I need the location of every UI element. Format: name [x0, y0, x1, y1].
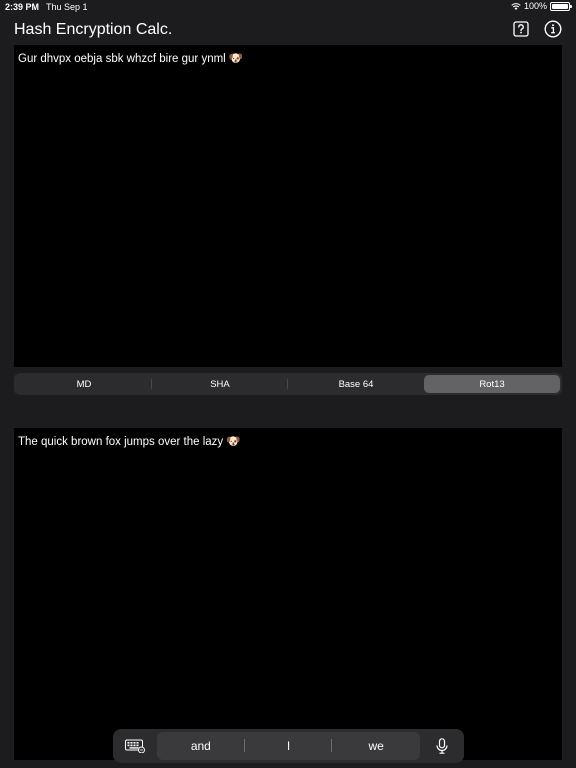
status-time: 2:39 PM: [5, 2, 40, 12]
input-text: Gur dhvpx oebja sbk whzcf bire gur ynml …: [18, 53, 244, 65]
suggestion-item[interactable]: and: [157, 739, 245, 753]
input-text-view[interactable]: Gur dhvpx oebja sbk whzcf bire gur ynml …: [14, 45, 562, 367]
help-square-icon[interactable]: [512, 20, 530, 38]
nav-icons: [512, 20, 562, 38]
status-right: 100%: [511, 1, 572, 11]
wifi-icon: [511, 2, 521, 10]
status-bar: 2:39 PM Thu Sep 1 100%: [0, 0, 576, 14]
battery-percent: 100%: [523, 1, 547, 11]
battery-icon: [550, 1, 572, 11]
battery-fill: [552, 3, 568, 9]
suggestion-bar: and I we: [157, 732, 420, 760]
info-circle-icon[interactable]: [544, 20, 562, 38]
status-date: Thu Sep 1: [46, 2, 88, 12]
keyboard-shortcut-bar: and I we: [113, 729, 464, 763]
suggestion-item[interactable]: we: [332, 739, 420, 753]
keyboard-icon[interactable]: [113, 729, 157, 763]
suggestion-item[interactable]: I: [245, 739, 333, 753]
microphone-icon[interactable]: [420, 729, 464, 763]
segment-sha[interactable]: SHA: [152, 375, 288, 393]
output-text-view[interactable]: The quick brown fox jumps over the lazy …: [14, 428, 562, 760]
output-text: The quick brown fox jumps over the lazy …: [18, 436, 241, 448]
segment-md[interactable]: MD: [16, 375, 152, 393]
page-title: Hash Encryption Calc.: [14, 21, 173, 38]
segment-rot13[interactable]: Rot13: [424, 375, 560, 393]
nav-bar: Hash Encryption Calc.: [0, 14, 576, 46]
algorithm-segmented-control: MD SHA Base 64 Rot13: [14, 373, 562, 395]
segment-base64[interactable]: Base 64: [288, 375, 424, 393]
